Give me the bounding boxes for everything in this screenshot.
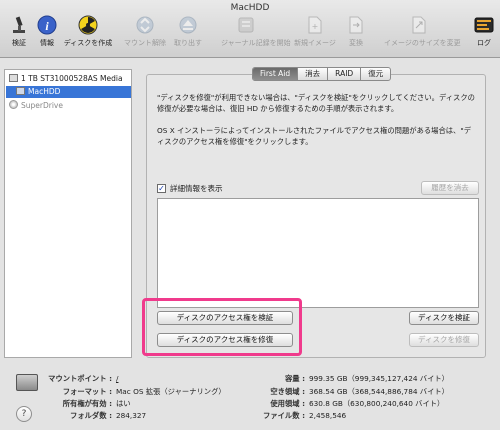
optical-disc-icon [9, 100, 18, 109]
tab-restore[interactable]: 復元 [360, 68, 390, 80]
show-details-label: 詳細情報を表示 [170, 184, 223, 193]
eject-icon [179, 16, 197, 34]
folders-label: フォルダ数 : [70, 411, 112, 420]
available-label: 空き領域 : [270, 387, 305, 396]
volume-name: MacHDD [28, 87, 61, 96]
disk-name: 1 TB ST31000528AS Media [21, 74, 123, 83]
disk-list-item-volume[interactable]: MacHDD [6, 86, 131, 98]
help-button[interactable]: ? [16, 406, 32, 422]
toolbar-label: ログ [477, 39, 491, 47]
resize-image-icon [412, 16, 426, 34]
available-value: 368.54 GB（368,544,886,784 バイト） [309, 387, 449, 396]
optical-name: SuperDrive [21, 101, 63, 110]
repair-disk-button[interactable]: ディスクを修復 [409, 333, 479, 347]
disk-utility-window: MacHDD 検証 i 情報 ディスクを作成 マウント解除 取り出す ジャーナル… [0, 0, 500, 430]
verify-disk-button[interactable]: ディスクを検証 [409, 311, 479, 325]
show-details-row: ✓ 詳細情報を表示 [157, 183, 223, 194]
permissions-instructions: OS X インストーラによってインストールされたファイルでアクセス権の問題がある… [157, 126, 472, 146]
capacity-value: 999.35 GB（999,345,127,424 バイト） [309, 374, 449, 383]
toolbar-eject-button[interactable]: 取り出す [163, 15, 213, 48]
disk-list-sidebar[interactable]: 1 TB ST31000528AS Media MacHDD SuperDriv… [4, 69, 132, 358]
toolbar-burn-button[interactable]: ディスクを作成 [63, 15, 113, 48]
unmount-icon [136, 16, 154, 34]
toolbar-label: ジャーナル記録を開始 [221, 39, 291, 47]
convert-icon [349, 16, 363, 34]
capacity-label: 容量 : [284, 374, 305, 383]
toolbar-resize-image-button[interactable]: イメージのサイズを変更 [384, 15, 461, 48]
annotation-highlight-box [142, 298, 302, 356]
log-icon [474, 17, 494, 33]
toolbar-label: ディスクを作成 [63, 39, 113, 47]
show-details-checkbox[interactable]: ✓ [157, 184, 166, 193]
tab-first-aid[interactable]: First Aid [253, 68, 298, 80]
owners-value: はい [116, 399, 131, 408]
toolbar-convert-button[interactable]: 変換 [331, 15, 381, 48]
files-value: 2,458,546 [309, 411, 347, 420]
used-value: 630.8 GB（630,800,240,640 バイト） [309, 399, 445, 408]
toolbar: MacHDD 検証 i 情報 ディスクを作成 マウント解除 取り出す ジャーナル… [0, 0, 500, 58]
info-icon: i [37, 15, 57, 35]
owners-label: 所有権が有効 : [62, 399, 112, 408]
toolbar-journal-button[interactable]: ジャーナル記録を開始 [221, 15, 291, 48]
volume-icon [16, 87, 25, 95]
folders-value: 284,327 [116, 411, 147, 420]
used-label: 使用領域 : [270, 399, 305, 408]
hard-drive-icon [16, 374, 38, 391]
repair-instructions: "ディスクを修復"が利用できない場合は、"ディスクを検証"をクリックしてください… [157, 93, 475, 113]
toolbar-label: 取り出す [174, 39, 202, 47]
journal-icon [238, 17, 254, 33]
tab-bar: First Aid 消去 RAID 復元 [252, 67, 392, 81]
svg-text:+: + [312, 22, 319, 31]
toolbar-log-button[interactable]: ログ [459, 15, 500, 48]
files-label: ファイル数 : [263, 411, 305, 420]
clear-history-button[interactable]: 履歴を消去 [421, 181, 479, 195]
hard-drive-icon [9, 74, 18, 82]
tab-erase[interactable]: 消去 [297, 68, 327, 80]
tab-raid[interactable]: RAID [327, 68, 360, 80]
disk-list-item-superdrive[interactable]: SuperDrive [7, 100, 131, 112]
new-image-icon: + [308, 16, 322, 34]
window-title: MacHDD [230, 3, 270, 13]
toolbar-label: 変換 [349, 39, 363, 47]
disk-list-item-drive[interactable]: 1 TB ST31000528AS Media [7, 73, 131, 85]
mount-point-link[interactable]: / [116, 374, 118, 384]
details-log-area[interactable] [157, 198, 479, 308]
radiation-icon [78, 15, 98, 35]
format-value: Mac OS 拡張（ジャーナリング） [116, 387, 226, 396]
toolbar-label: イメージのサイズを変更 [384, 39, 461, 47]
disk-info-footer: ? マウントポイント : / フォーマット : Mac OS 拡張（ジャーナリン… [0, 364, 500, 430]
mount-point-label: マウントポイント : [48, 374, 112, 383]
format-label: フォーマット : [62, 387, 112, 396]
